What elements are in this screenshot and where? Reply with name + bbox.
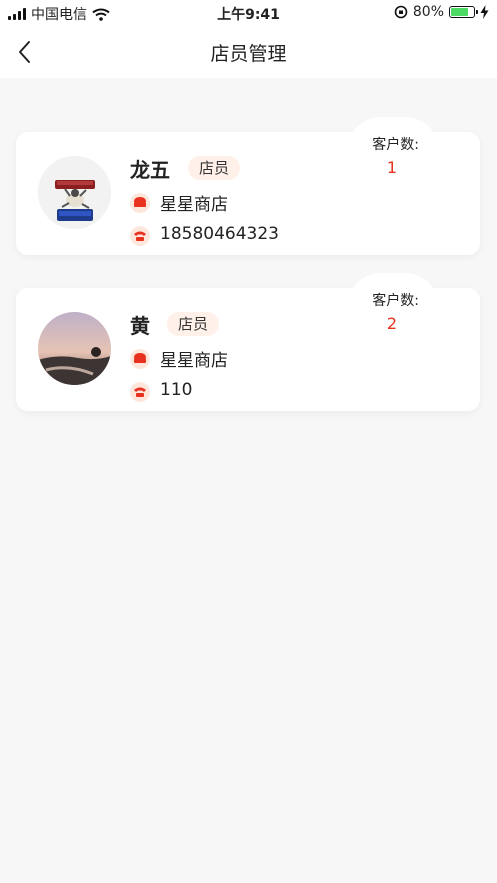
avatar [38,312,111,385]
phone-number: 110 [160,380,193,400]
customer-count-label: 客户数: [372,293,419,309]
store-icon [130,193,150,213]
status-bar: 中国电信 上午9:41 80% [0,0,497,26]
customer-count-label: 客户数: [372,137,419,153]
charging-icon [480,5,489,19]
battery-fill [451,8,469,16]
phone-number: 18580464323 [160,224,279,244]
store-name: 星星商店 [160,195,228,215]
staff-name: 黄 [130,314,150,338]
avatar [38,156,111,229]
staff-name: 龙五 [130,158,170,182]
page-title: 店员管理 [210,43,287,65]
store-icon [130,349,150,369]
orientation-lock-icon [394,5,408,19]
nav-bar: 店员管理 [0,26,497,78]
status-right: 80% [394,4,489,20]
store-name: 星星商店 [160,351,228,371]
customer-count-value: 1 [386,158,397,177]
role-badge: 店员 [167,312,220,336]
phone-icon [130,382,150,402]
battery-percent: 80% [412,4,444,20]
customer-count-value: 2 [386,314,397,333]
staff-card[interactable]: 客户数: 1 龙五 店员 星星商店 18580464323 [16,117,480,255]
role-badge: 店员 [188,156,241,180]
battery-icon [449,6,478,18]
staff-card[interactable]: 客户数: 2 黄 店员 星星商店 110 [16,273,480,411]
phone-icon [130,226,150,246]
